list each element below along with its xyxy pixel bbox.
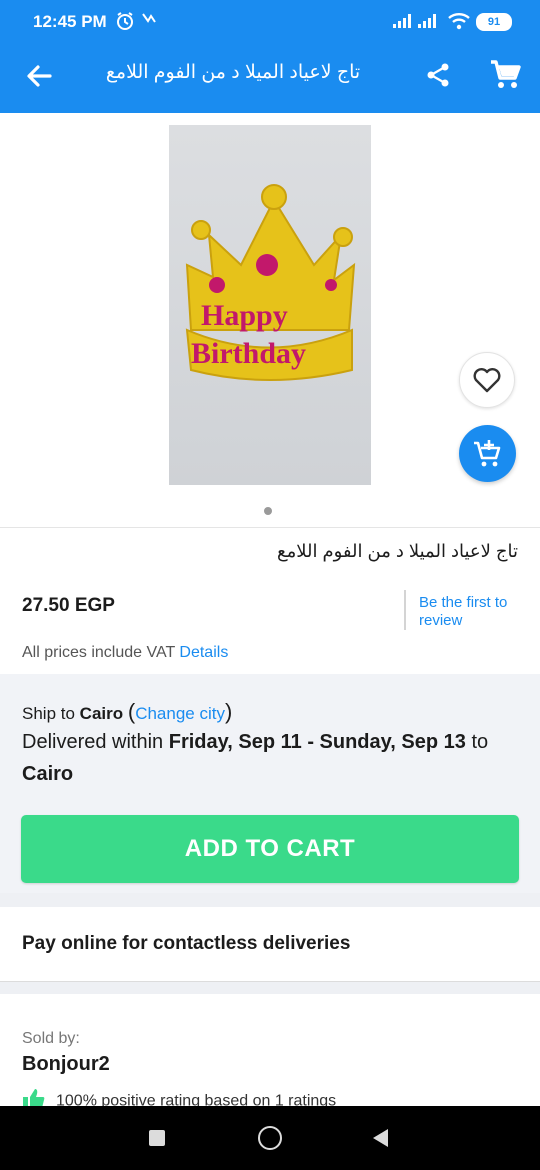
signal-icon bbox=[417, 14, 437, 33]
divider bbox=[0, 527, 540, 528]
wifi-icon bbox=[447, 12, 471, 35]
vat-note: All prices include VAT Details bbox=[22, 644, 228, 662]
paren-close: ) bbox=[224, 699, 233, 724]
contactless-text: Pay online for contactless deliveries bbox=[22, 933, 351, 954]
heart-icon bbox=[473, 368, 501, 393]
crown-lettering: Happy bbox=[201, 299, 288, 332]
product-name: تاج لاعياد الميلا د من الفوم اللامع bbox=[277, 541, 518, 561]
delivery-to: to bbox=[471, 731, 489, 753]
seller-name[interactable]: Bonjour2 bbox=[22, 1053, 110, 1076]
system-nav-bar bbox=[0, 1106, 540, 1170]
delivery-city: Cairo bbox=[22, 763, 74, 785]
page-title: تاج لاعياد الميلا د من الفوم اللامع bbox=[105, 62, 361, 83]
back-arrow-icon[interactable] bbox=[22, 59, 56, 93]
gallery-pager-dot[interactable] bbox=[264, 507, 272, 515]
product-price: 27.50 EGP bbox=[22, 595, 115, 616]
ship-city: Cairo bbox=[79, 704, 124, 723]
wishlist-heart-button[interactable] bbox=[459, 352, 515, 408]
review-link[interactable]: Be the first to review bbox=[419, 594, 529, 630]
status-time: 12:45 PM bbox=[33, 12, 107, 31]
app-bar: تاج لاعياد الميلا د من الفوم اللامع bbox=[0, 37, 540, 113]
seller-rating: 100% positive rating based on 1 ratings bbox=[22, 1088, 336, 1106]
share-icon[interactable] bbox=[424, 61, 452, 89]
crown-lettering: Birthday bbox=[191, 337, 306, 370]
quick-add-to-cart-button[interactable] bbox=[459, 425, 516, 482]
notification-icon bbox=[141, 11, 157, 28]
shipping-panel: Ship to Cairo (Change city) Delivered wi… bbox=[0, 674, 540, 893]
alarm-icon bbox=[115, 11, 135, 36]
rating-text: 100% positive rating based on 1 ratings bbox=[56, 1092, 337, 1106]
section-gap bbox=[0, 893, 540, 907]
product-image[interactable]: Happy Birthday bbox=[169, 125, 371, 485]
vat-text: All prices include VAT bbox=[22, 644, 175, 661]
recents-icon[interactable] bbox=[149, 1130, 165, 1146]
delivery-range: Friday, Sep 11 - Sunday, Sep 13 bbox=[168, 731, 466, 753]
home-icon[interactable] bbox=[258, 1126, 282, 1150]
add-to-cart-button[interactable]: ADD TO CART bbox=[21, 815, 519, 883]
ship-to-row: Ship to Cairo (Change city) bbox=[22, 699, 232, 725]
vat-details-link[interactable]: Details bbox=[179, 644, 228, 661]
delivery-prefix: Delivered within bbox=[22, 731, 164, 753]
change-city-link[interactable]: Change city bbox=[135, 704, 225, 723]
review-divider bbox=[404, 590, 406, 630]
status-bar: 12:45 PM 91 bbox=[0, 0, 540, 37]
section-gap bbox=[0, 982, 540, 994]
add-cart-icon bbox=[473, 439, 500, 466]
contactless-card: Pay online for contactless deliveries bbox=[0, 907, 540, 982]
sold-by-label: Sold by: bbox=[22, 1030, 80, 1047]
delivery-estimate: Delivered within Friday, Sep 11 - Sunday… bbox=[22, 726, 527, 790]
seller-card: Sold by: Bonjour2 100% positive rating b… bbox=[0, 994, 540, 1106]
battery-icon: 91 bbox=[476, 13, 512, 31]
thumbs-up-icon bbox=[22, 1088, 46, 1106]
system-back-icon[interactable] bbox=[371, 1128, 389, 1153]
product-gallery: Happy Birthday bbox=[0, 113, 540, 527]
signal-icon bbox=[392, 14, 412, 33]
cart-icon[interactable] bbox=[488, 58, 522, 92]
ship-to-label: Ship to bbox=[22, 704, 75, 723]
